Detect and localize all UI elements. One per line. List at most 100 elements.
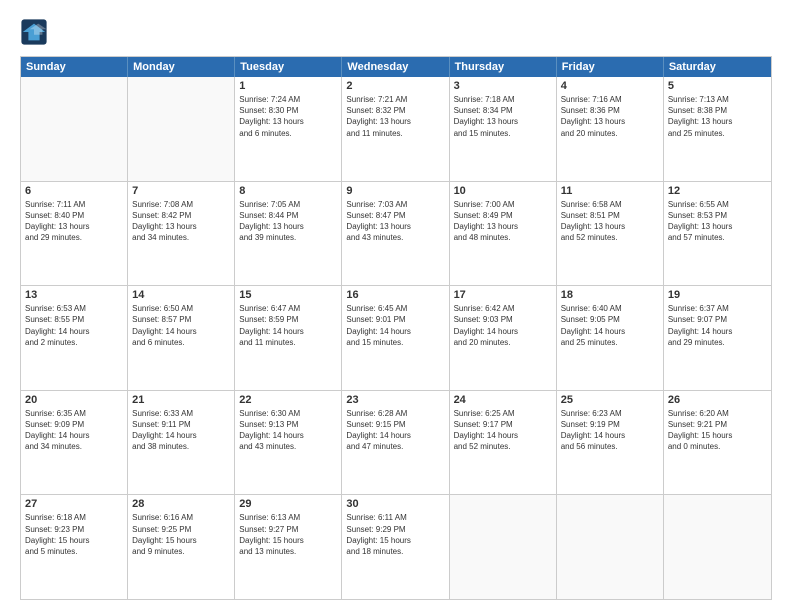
day-number: 25	[561, 394, 659, 406]
calendar: SundayMondayTuesdayWednesdayThursdayFrid…	[20, 56, 772, 600]
day-info: Sunrise: 6:16 AM Sunset: 9:25 PM Dayligh…	[132, 512, 230, 557]
day-number: 2	[346, 80, 444, 92]
empty-cell	[557, 495, 664, 599]
day-cell-13: 13Sunrise: 6:53 AM Sunset: 8:55 PM Dayli…	[21, 286, 128, 390]
day-cell-1: 1Sunrise: 7:24 AM Sunset: 8:30 PM Daylig…	[235, 77, 342, 181]
day-cell-20: 20Sunrise: 6:35 AM Sunset: 9:09 PM Dayli…	[21, 391, 128, 495]
day-cell-28: 28 Sunrise: 6:16 AM Sunset: 9:25 PM Dayli…	[128, 495, 235, 599]
day-header-sunday: Sunday	[21, 57, 128, 77]
day-info: Sunrise: 6:30 AM Sunset: 9:13 PM Dayligh…	[239, 408, 337, 453]
day-cell-10: 10 Sunrise: 7:00 AM Sunset: 8:49 PM Dayli…	[450, 182, 557, 286]
day-number: 4	[561, 80, 659, 92]
day-cell-26: 26 Sunrise: 6:20 AM Sunset: 9:21 PM Dayli…	[664, 391, 771, 495]
day-cell-11: 11 Sunrise: 6:58 AM Sunset: 8:51 PM Dayli…	[557, 182, 664, 286]
day-cell-19: 19 Sunrise: 6:37 AM Sunset: 9:07 PM Dayli…	[664, 286, 771, 390]
day-info: Sunrise: 6:20 AM Sunset: 9:21 PM Dayligh…	[668, 408, 767, 453]
day-info: Sunrise: 7:24 AM Sunset: 8:30 PM Dayligh…	[239, 94, 337, 139]
empty-cell	[21, 77, 128, 181]
day-cell-27: 27 Sunrise: 6:18 AM Sunset: 9:23 PM Dayli…	[21, 495, 128, 599]
day-cell-23: 23 Sunrise: 6:28 AM Sunset: 9:15 PM Dayli…	[342, 391, 449, 495]
day-number: 19	[668, 289, 767, 301]
week-row-4: 20Sunrise: 6:35 AM Sunset: 9:09 PM Dayli…	[21, 391, 771, 496]
day-number: 22	[239, 394, 337, 406]
day-number: 24	[454, 394, 552, 406]
day-cell-8: 8 Sunrise: 7:05 AM Sunset: 8:44 PM Daylig…	[235, 182, 342, 286]
week-row-3: 13Sunrise: 6:53 AM Sunset: 8:55 PM Dayli…	[21, 286, 771, 391]
day-info: Sunrise: 7:18 AM Sunset: 8:34 PM Dayligh…	[454, 94, 552, 139]
day-header-monday: Monday	[128, 57, 235, 77]
day-header-tuesday: Tuesday	[235, 57, 342, 77]
day-cell-25: 25 Sunrise: 6:23 AM Sunset: 9:19 PM Dayli…	[557, 391, 664, 495]
day-info: Sunrise: 6:35 AM Sunset: 9:09 PM Dayligh…	[25, 408, 123, 453]
day-number: 10	[454, 185, 552, 197]
day-cell-18: 18 Sunrise: 6:40 AM Sunset: 9:05 PM Dayli…	[557, 286, 664, 390]
day-cell-24: 24 Sunrise: 6:25 AM Sunset: 9:17 PM Dayli…	[450, 391, 557, 495]
day-cell-5: 5 Sunrise: 7:13 AM Sunset: 8:38 PM Daylig…	[664, 77, 771, 181]
day-number: 21	[132, 394, 230, 406]
day-info: Sunrise: 6:37 AM Sunset: 9:07 PM Dayligh…	[668, 303, 767, 348]
day-number: 23	[346, 394, 444, 406]
day-cell-2: 2 Sunrise: 7:21 AM Sunset: 8:32 PM Daylig…	[342, 77, 449, 181]
day-number: 7	[132, 185, 230, 197]
day-number: 29	[239, 498, 337, 510]
day-cell-22: 22 Sunrise: 6:30 AM Sunset: 9:13 PM Dayli…	[235, 391, 342, 495]
day-info: Sunrise: 7:11 AM Sunset: 8:40 PM Dayligh…	[25, 199, 123, 244]
day-number: 28	[132, 498, 230, 510]
empty-cell	[664, 495, 771, 599]
empty-cell	[128, 77, 235, 181]
day-number: 8	[239, 185, 337, 197]
week-row-2: 6 Sunrise: 7:11 AM Sunset: 8:40 PM Daylig…	[21, 182, 771, 287]
calendar-body: 1Sunrise: 7:24 AM Sunset: 8:30 PM Daylig…	[21, 77, 771, 599]
day-cell-29: 29Sunrise: 6:13 AM Sunset: 9:27 PM Dayli…	[235, 495, 342, 599]
day-number: 11	[561, 185, 659, 197]
day-info: Sunrise: 6:42 AM Sunset: 9:03 PM Dayligh…	[454, 303, 552, 348]
day-number: 18	[561, 289, 659, 301]
day-info: Sunrise: 6:25 AM Sunset: 9:17 PM Dayligh…	[454, 408, 552, 453]
day-info: Sunrise: 6:18 AM Sunset: 9:23 PM Dayligh…	[25, 512, 123, 557]
header	[20, 18, 772, 46]
day-number: 3	[454, 80, 552, 92]
day-cell-7: 7 Sunrise: 7:08 AM Sunset: 8:42 PM Daylig…	[128, 182, 235, 286]
day-number: 15	[239, 289, 337, 301]
day-info: Sunrise: 7:05 AM Sunset: 8:44 PM Dayligh…	[239, 199, 337, 244]
day-number: 27	[25, 498, 123, 510]
day-info: Sunrise: 7:13 AM Sunset: 8:38 PM Dayligh…	[668, 94, 767, 139]
day-info: Sunrise: 7:21 AM Sunset: 8:32 PM Dayligh…	[346, 94, 444, 139]
day-cell-14: 14Sunrise: 6:50 AM Sunset: 8:57 PM Dayli…	[128, 286, 235, 390]
day-number: 5	[668, 80, 767, 92]
day-header-saturday: Saturday	[664, 57, 771, 77]
day-info: Sunrise: 6:47 AM Sunset: 8:59 PM Dayligh…	[239, 303, 337, 348]
page: SundayMondayTuesdayWednesdayThursdayFrid…	[0, 0, 792, 612]
day-cell-16: 16Sunrise: 6:45 AM Sunset: 9:01 PM Dayli…	[342, 286, 449, 390]
day-cell-9: 9Sunrise: 7:03 AM Sunset: 8:47 PM Daylig…	[342, 182, 449, 286]
logo	[20, 18, 52, 46]
day-cell-21: 21 Sunrise: 6:33 AM Sunset: 9:11 PM Dayli…	[128, 391, 235, 495]
day-number: 16	[346, 289, 444, 301]
day-info: Sunrise: 6:55 AM Sunset: 8:53 PM Dayligh…	[668, 199, 767, 244]
day-cell-17: 17Sunrise: 6:42 AM Sunset: 9:03 PM Dayli…	[450, 286, 557, 390]
day-number: 14	[132, 289, 230, 301]
day-info: Sunrise: 6:28 AM Sunset: 9:15 PM Dayligh…	[346, 408, 444, 453]
day-info: Sunrise: 6:11 AM Sunset: 9:29 PM Dayligh…	[346, 512, 444, 557]
week-row-5: 27 Sunrise: 6:18 AM Sunset: 9:23 PM Dayli…	[21, 495, 771, 599]
day-info: Sunrise: 6:23 AM Sunset: 9:19 PM Dayligh…	[561, 408, 659, 453]
day-number: 30	[346, 498, 444, 510]
day-number: 26	[668, 394, 767, 406]
day-cell-30: 30 Sunrise: 6:11 AM Sunset: 9:29 PM Dayli…	[342, 495, 449, 599]
day-info: Sunrise: 7:08 AM Sunset: 8:42 PM Dayligh…	[132, 199, 230, 244]
empty-cell	[450, 495, 557, 599]
day-info: Sunrise: 6:58 AM Sunset: 8:51 PM Dayligh…	[561, 199, 659, 244]
day-cell-4: 4Sunrise: 7:16 AM Sunset: 8:36 PM Daylig…	[557, 77, 664, 181]
day-header-wednesday: Wednesday	[342, 57, 449, 77]
day-info: Sunrise: 7:00 AM Sunset: 8:49 PM Dayligh…	[454, 199, 552, 244]
day-info: Sunrise: 6:40 AM Sunset: 9:05 PM Dayligh…	[561, 303, 659, 348]
day-number: 12	[668, 185, 767, 197]
day-info: Sunrise: 6:33 AM Sunset: 9:11 PM Dayligh…	[132, 408, 230, 453]
day-cell-3: 3 Sunrise: 7:18 AM Sunset: 8:34 PM Daylig…	[450, 77, 557, 181]
day-number: 9	[346, 185, 444, 197]
day-number: 6	[25, 185, 123, 197]
day-cell-15: 15 Sunrise: 6:47 AM Sunset: 8:59 PM Dayli…	[235, 286, 342, 390]
day-info: Sunrise: 6:53 AM Sunset: 8:55 PM Dayligh…	[25, 303, 123, 348]
day-header-thursday: Thursday	[450, 57, 557, 77]
day-header-friday: Friday	[557, 57, 664, 77]
